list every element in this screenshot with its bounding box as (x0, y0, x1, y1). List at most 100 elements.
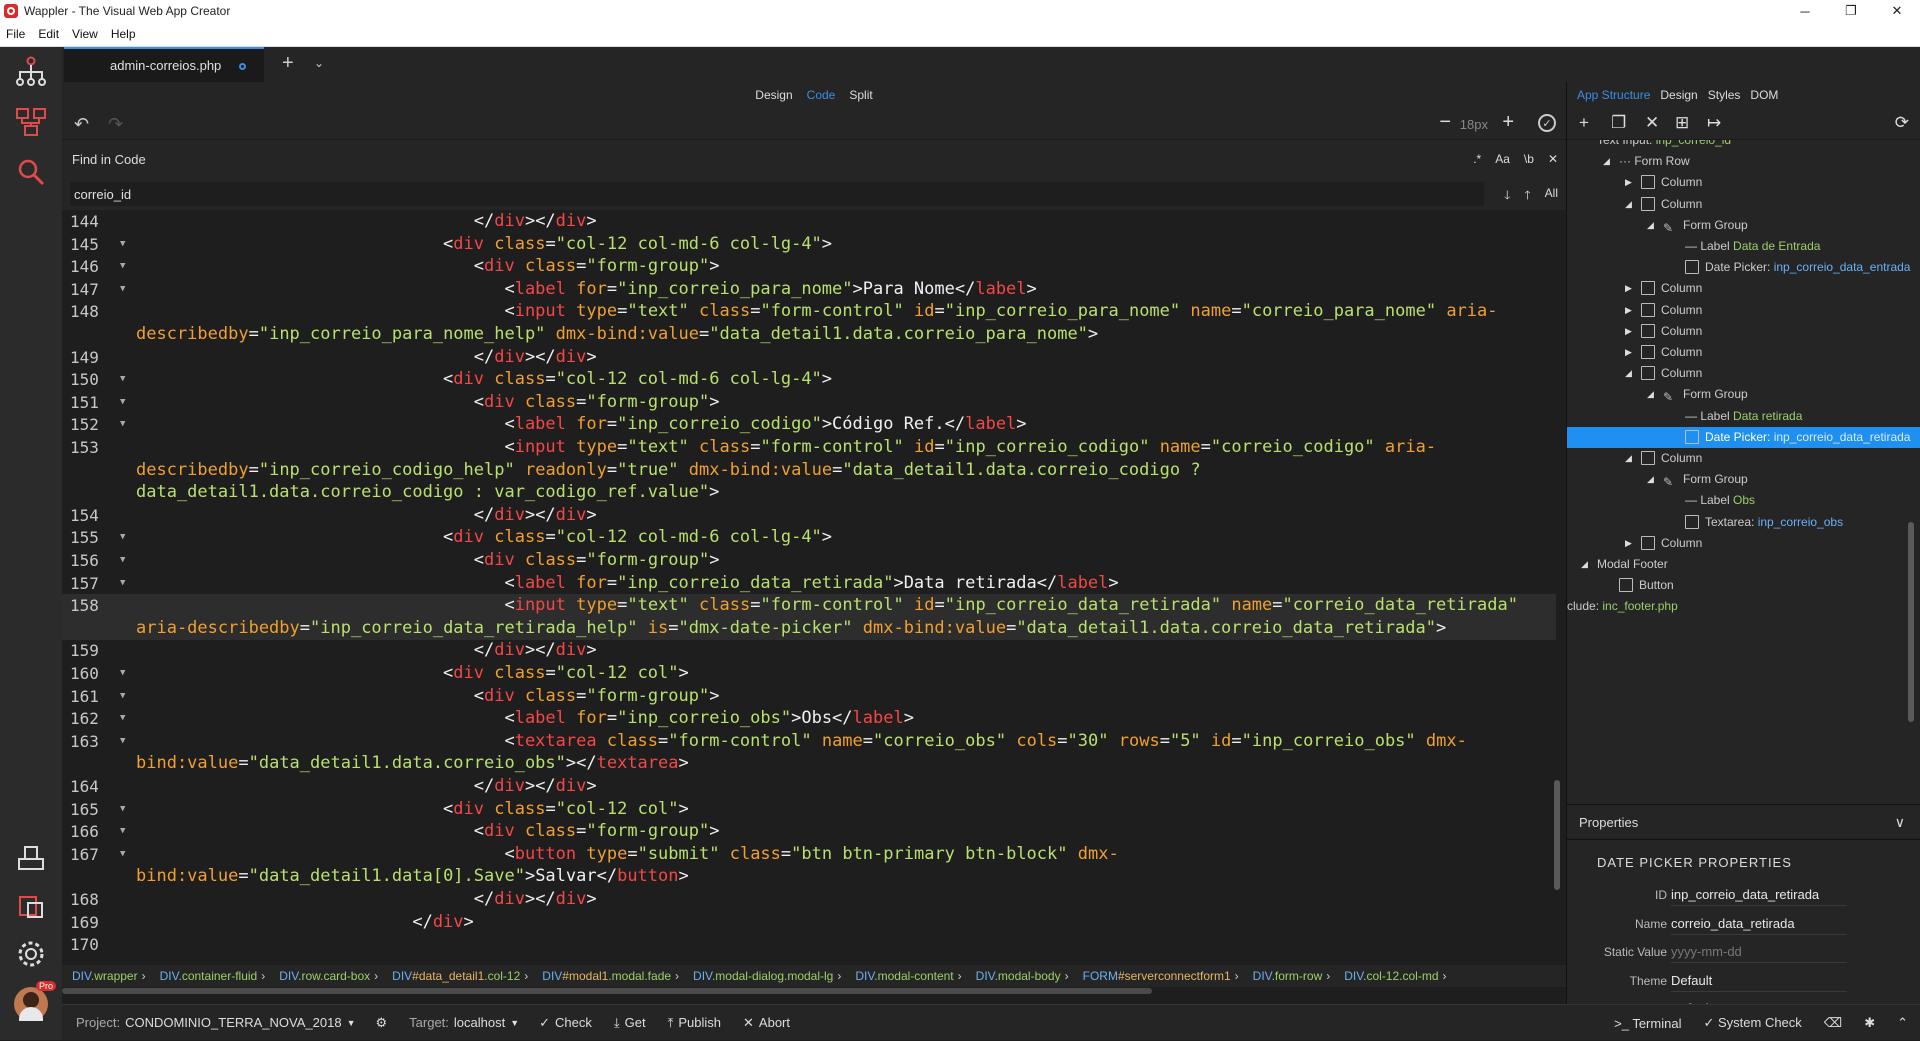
view-code-button[interactable]: Code (807, 88, 836, 102)
tab-app-structure[interactable]: App Structure (1577, 88, 1650, 102)
tree-node[interactable]: — Label Obs (1567, 490, 1920, 511)
extensions-icon[interactable] (12, 887, 50, 925)
server-connect-icon[interactable] (12, 103, 50, 141)
project-selector[interactable]: Project: CONDOMINIO_TERRA_NOVA_2018 ▼ (76, 1015, 356, 1030)
code-line[interactable]: <div class="form-group"> (136, 820, 1556, 843)
fold-icon[interactable]: ▼ (120, 278, 125, 301)
view-split-button[interactable]: Split (849, 88, 872, 102)
editor-scrollbar[interactable] (1554, 780, 1560, 890)
property-value-field[interactable]: Default (1671, 970, 1847, 992)
collapse-arrow-icon[interactable]: ◢ (1625, 363, 1637, 384)
tree-node[interactable]: ▶ Column (1567, 172, 1920, 193)
collapse-arrow-icon[interactable]: ◢ (1603, 151, 1615, 172)
expand-arrow-icon[interactable]: ▶ (1625, 300, 1637, 321)
code-editor[interactable]: 144 145 ▼ 146 ▼ 147 ▼ 148 149 150 ▼ 151 ▼ 152 ▼ 153 154 1… (62, 210, 1566, 965)
code-line[interactable]: <div class="form-group"> (136, 255, 1556, 278)
code-line[interactable]: </div></div> (136, 210, 1556, 233)
maximize-button[interactable]: ❐ (1828, 0, 1874, 22)
fold-icon[interactable]: ▼ (120, 820, 125, 843)
validate-check-icon[interactable]: ✓ (1538, 114, 1556, 132)
code-line[interactable]: <div class="form-group"> (136, 391, 1556, 414)
collapse-arrow-icon[interactable]: ◢ (1625, 194, 1637, 215)
fold-icon[interactable]: ▼ (120, 685, 125, 708)
property-value-field[interactable]: correio_data_retirada (1671, 913, 1847, 935)
tree-node[interactable]: ▶ Column (1567, 342, 1920, 363)
code-line[interactable]: bind:value="data_detail1.data.correio_ob… (136, 752, 1556, 775)
code-line[interactable]: data_detail1.data.correio_codigo : var_c… (136, 481, 1556, 504)
code-line[interactable]: <input type="text" class="form-control" … (136, 594, 1556, 617)
tree-node[interactable]: ◢ ✎ Form Group (1567, 215, 1920, 236)
code-line[interactable]: <input type="text" class="form-control" … (136, 436, 1556, 459)
fold-icon[interactable]: ▼ (120, 572, 125, 595)
property-value-field[interactable]: yyyy-mm-dd (1671, 941, 1847, 964)
whole-word-toggle[interactable]: \b (1524, 152, 1534, 166)
search-icon[interactable] (12, 153, 50, 191)
close-window-button[interactable]: ✕ (1874, 0, 1920, 22)
gear-icon[interactable] (12, 935, 50, 973)
tree-node[interactable]: ▶ Column (1567, 300, 1920, 321)
fold-icon[interactable]: ▼ (120, 391, 125, 414)
app-structure-icon[interactable] (12, 53, 50, 91)
breadcrumb-item[interactable]: DIV.modal-dialog.modal-lg › (693, 969, 841, 983)
tree-node[interactable]: — Label Data de Entrada (1567, 236, 1920, 257)
delete-icon[interactable]: ✕ (1645, 113, 1659, 133)
check-button[interactable]: ✓ Check (539, 1015, 592, 1031)
view-design-button[interactable]: Design (755, 88, 792, 102)
tree-node[interactable]: ▶ Column (1567, 278, 1920, 299)
code-line[interactable]: <div class="form-group"> (136, 549, 1556, 572)
menu-file[interactable]: File (6, 27, 25, 41)
fold-icon[interactable]: ▼ (120, 413, 125, 436)
code-line[interactable]: bind:value="data_detail1.data[0].Save">S… (136, 865, 1556, 888)
collapse-arrow-icon[interactable]: ◢ (1647, 215, 1659, 236)
bug-icon[interactable]: ✱ (1864, 1015, 1875, 1031)
resource-manager-icon[interactable] (12, 839, 50, 877)
tree-node[interactable]: ◢ Column (1567, 363, 1920, 384)
code-line[interactable]: </div></div> (136, 346, 1556, 369)
tab-admin-correios[interactable]: admin-correios.php (64, 47, 264, 82)
code-line[interactable]: <input type="text" class="form-control" … (136, 300, 1556, 323)
tree-node[interactable]: ◢ ··· Form Row (1567, 151, 1920, 172)
expand-arrow-icon[interactable]: ▶ (1625, 533, 1637, 554)
breadcrumb-item[interactable]: DIV.modal-body › (976, 969, 1069, 983)
menu-help[interactable]: Help (111, 27, 136, 41)
code-line[interactable]: </div> (136, 911, 1556, 934)
breadcrumb-item[interactable]: FORM#serverconnectform1 › (1083, 969, 1239, 983)
project-settings-gear-icon[interactable]: ⚙ (376, 1015, 388, 1031)
add-icon[interactable]: + (1579, 113, 1589, 133)
horizontal-scrollbar[interactable] (62, 987, 1566, 995)
tree-scrollbar[interactable] (1908, 522, 1914, 722)
property-value-field[interactable]: inp_correio_data_retirada (1671, 884, 1847, 906)
code-line[interactable]: <textarea class="form-control" name="cor… (136, 730, 1556, 753)
tab-styles[interactable]: Styles (1708, 88, 1741, 102)
code-line[interactable]: <button type="submit" class="btn btn-pri… (136, 843, 1556, 866)
terminal-button[interactable]: >_ Terminal (1614, 1016, 1681, 1031)
breadcrumb-item[interactable]: DIV#modal1.modal.fade › (542, 969, 679, 983)
breadcrumb-item[interactable]: DIV.modal-content › (855, 969, 961, 983)
code-line[interactable]: <div class="col-12 col"> (136, 798, 1556, 821)
expand-arrow-icon[interactable]: ▶ (1625, 278, 1637, 299)
menu-edit[interactable]: Edit (38, 27, 59, 41)
fold-icon[interactable]: ▼ (120, 233, 125, 256)
chevron-down-icon[interactable]: ⌄ (314, 56, 324, 70)
breadcrumb-item[interactable]: DIV.wrapper › (72, 969, 146, 983)
close-find-button[interactable]: ✕ (1548, 152, 1558, 166)
move-out-icon[interactable]: ↦ (1707, 113, 1721, 133)
tree-node[interactable]: ◢ Column (1567, 194, 1920, 215)
tree-node[interactable]: — Label Data retirada (1567, 406, 1920, 427)
code-line[interactable]: </div></div> (136, 504, 1556, 527)
fold-icon[interactable]: ▼ (120, 549, 125, 572)
minimize-button[interactable]: ─ (1782, 0, 1828, 22)
fold-icon[interactable]: ▼ (120, 730, 125, 753)
collapse-arrow-icon[interactable]: ◢ (1581, 554, 1593, 575)
target-selector[interactable]: Target: localhost ▼ (409, 1015, 519, 1030)
menu-view[interactable]: View (72, 27, 98, 41)
undo-icon[interactable]: ↶ (74, 114, 89, 135)
system-check-button[interactable]: ✓ System Check (1703, 1015, 1801, 1031)
fold-icon[interactable]: ▼ (120, 526, 125, 549)
code-line[interactable]: </div></div> (136, 888, 1556, 911)
breadcrumb-item[interactable]: DIV.col-12.col-md › (1344, 969, 1446, 983)
fold-icon[interactable]: ▼ (120, 255, 125, 278)
find-all-button[interactable]: All (1545, 186, 1558, 207)
tree-node[interactable]: Date Picker: inp_correio_data_retirada (1567, 427, 1920, 448)
code-line[interactable]: <div class="form-group"> (136, 685, 1556, 708)
